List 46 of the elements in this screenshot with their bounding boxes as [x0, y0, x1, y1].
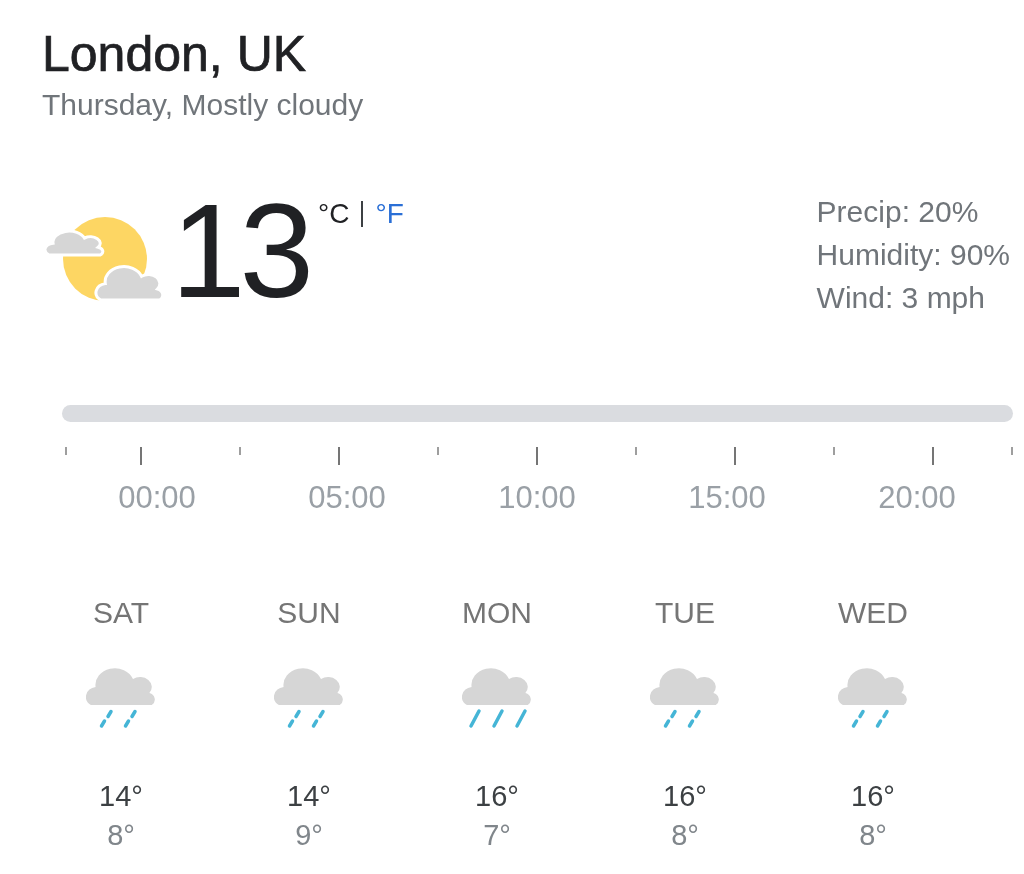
hour-label: 15:00 [688, 480, 766, 516]
tick-mark [833, 447, 835, 455]
day-label: MON [462, 595, 532, 631]
tick-mark [536, 447, 538, 465]
location-title: London, UK [42, 25, 307, 83]
tick-mark [1011, 447, 1013, 455]
hour-label: 05:00 [308, 480, 386, 516]
rain-cloud-icon [462, 665, 532, 729]
tick-mark [635, 447, 637, 455]
high-temperature: 16° [475, 779, 519, 813]
weather-detail: Humidity: 90% [816, 237, 1010, 273]
weather-detail: Wind: 3 mph [816, 280, 985, 316]
tick-mark [932, 447, 934, 465]
rain-cloud-icon [838, 665, 908, 729]
low-temperature: 8° [107, 818, 135, 852]
low-temperature: 9° [295, 818, 323, 852]
weather-detail: Precip: 20% [816, 194, 979, 230]
tick-mark [239, 447, 241, 455]
high-temperature: 14° [287, 779, 331, 813]
day-label: SAT [92, 595, 150, 631]
rain-cloud-icon [86, 665, 156, 729]
tick-mark [140, 447, 142, 465]
rain-cloud-icon [274, 665, 344, 729]
tick-mark [437, 447, 439, 455]
unit-link[interactable]: °F [375, 198, 404, 230]
low-temperature: 8° [859, 818, 887, 852]
tick-mark [338, 447, 340, 465]
low-temperature: 7° [483, 818, 511, 852]
low-temperature: 8° [671, 818, 699, 852]
rain-cloud-icon [650, 665, 720, 729]
hour-label: 00:00 [118, 480, 196, 516]
high-temperature: 16° [851, 779, 895, 813]
unit-label[interactable]: °C [318, 198, 350, 230]
hour-label: 20:00 [878, 480, 956, 516]
sun-behind-clouds-icon [45, 215, 163, 302]
day-label: SUN [277, 595, 341, 631]
high-temperature: 16° [663, 779, 707, 813]
current-temperature: 13 [171, 184, 309, 318]
day-label: WED [838, 595, 908, 631]
day-label: TUE [655, 595, 715, 631]
high-temperature: 14° [99, 779, 143, 813]
tick-mark [734, 447, 736, 465]
weather-summary: Thursday, Mostly cloudy [42, 87, 364, 123]
timeline-slider-track[interactable] [62, 405, 1013, 422]
hour-label: 10:00 [498, 480, 576, 516]
tick-mark [65, 447, 67, 455]
